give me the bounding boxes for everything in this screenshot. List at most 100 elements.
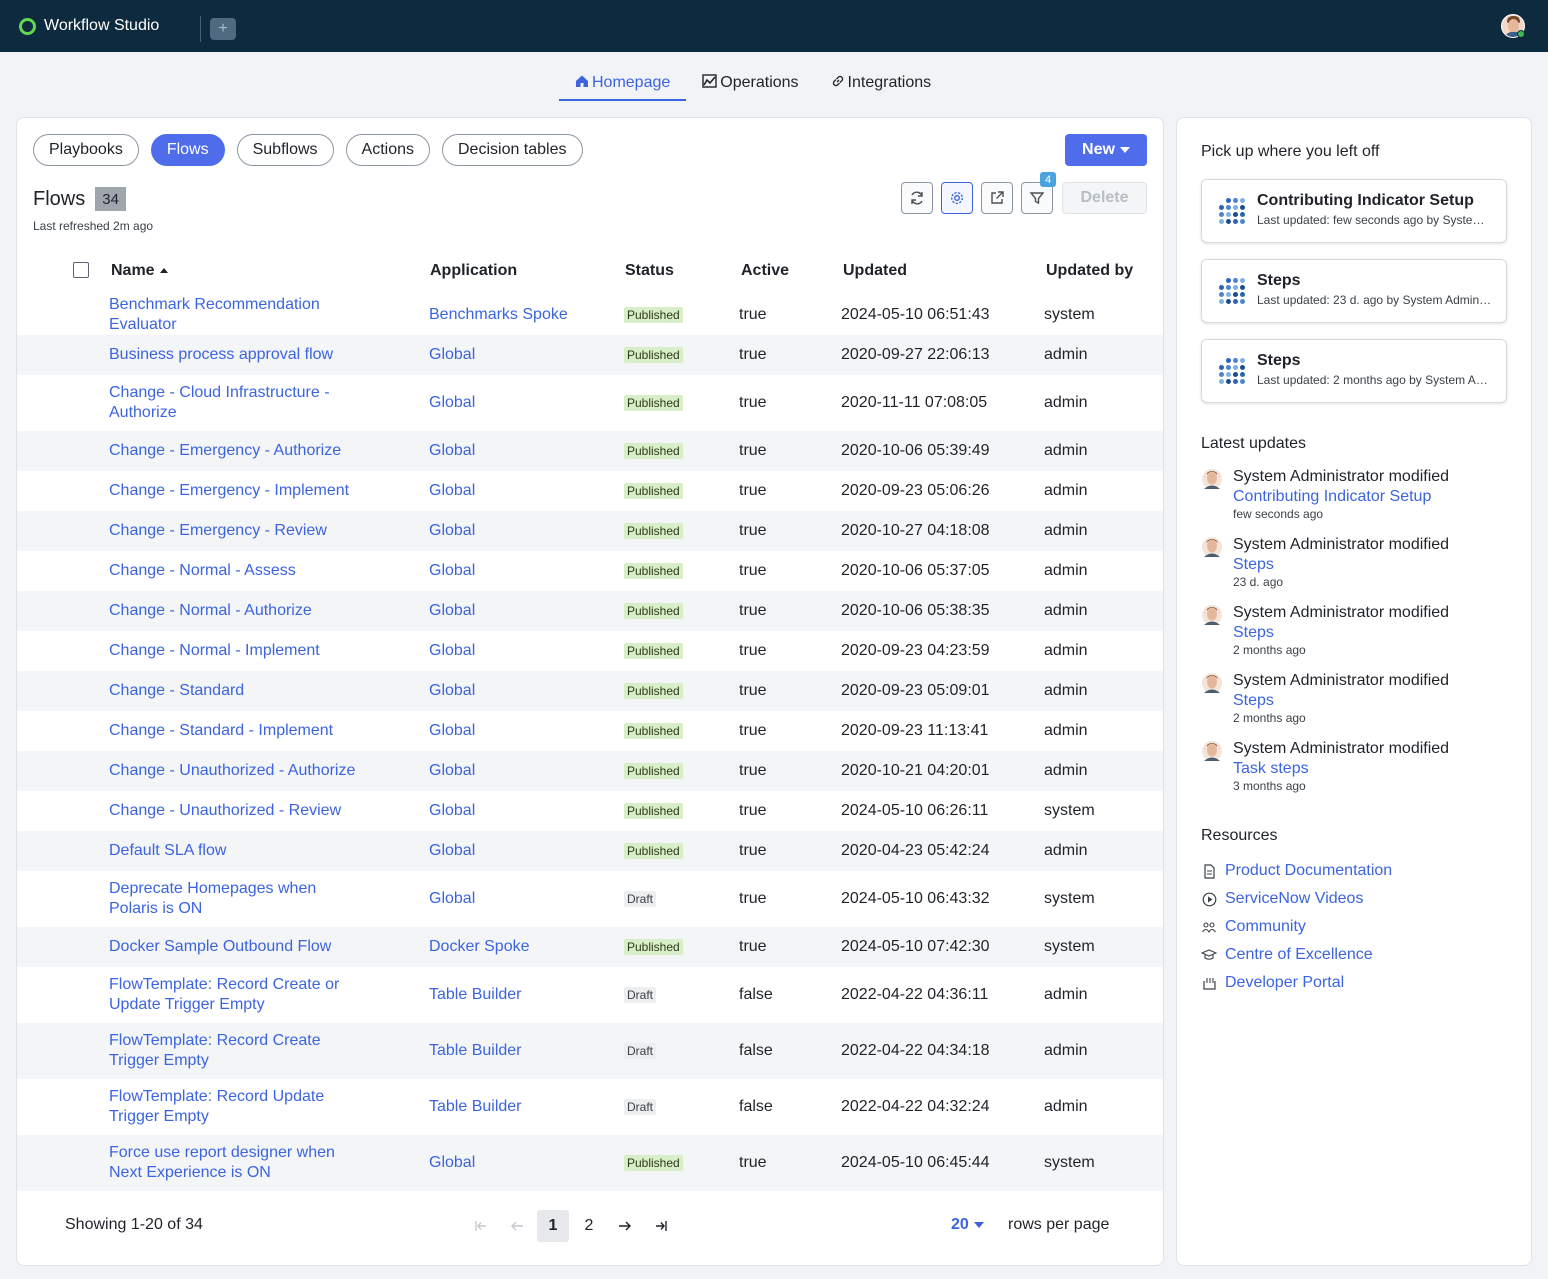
flow-name-link[interactable]: Force use report designer when Next Expe… (109, 1143, 369, 1183)
update-flow-link[interactable]: Task steps (1233, 759, 1449, 779)
first-page-button[interactable] (465, 1210, 497, 1242)
flow-name-link[interactable]: Change - Emergency - Authorize (109, 441, 369, 461)
application-link[interactable]: Global (429, 1154, 475, 1172)
column-status[interactable]: Status (625, 262, 674, 280)
application-link[interactable]: Docker Spoke (429, 938, 530, 956)
table-row[interactable]: Change - Normal - Implement Global Publish… (17, 631, 1163, 671)
application-link[interactable]: Global (429, 602, 475, 620)
application-link[interactable]: Table Builder (429, 986, 522, 1004)
application-link[interactable]: Global (429, 562, 475, 580)
update-flow-link[interactable]: Steps (1233, 691, 1449, 711)
table-row[interactable]: Default SLA flow Global Published true 2020-… (17, 831, 1163, 871)
flow-name-link[interactable]: Change - Standard - Implement (109, 721, 369, 741)
delete-button[interactable]: Delete (1062, 182, 1147, 214)
pill-playbooks[interactable]: Playbooks (33, 134, 139, 166)
flow-name-link[interactable]: FlowTemplate: Record Create Trigger Empt… (109, 1031, 369, 1071)
resource-link[interactable]: Product Documentation (1201, 862, 1392, 880)
application-link[interactable]: Global (429, 642, 475, 660)
update-flow-link[interactable]: Steps (1233, 555, 1449, 575)
table-row[interactable]: FlowTemplate: Record Create or Update Tr… (17, 967, 1163, 1023)
flow-name-link[interactable]: Deprecate Homepages when Polaris is ON (109, 879, 369, 919)
application-link[interactable]: Table Builder (429, 1042, 522, 1060)
flow-name-link[interactable]: Change - Unauthorized - Authorize (109, 761, 369, 781)
table-row[interactable]: Change - Standard Global Published true 2020… (17, 671, 1163, 711)
table-row[interactable]: Change - Unauthorized - Authorize Global P… (17, 751, 1163, 791)
application-link[interactable]: Global (429, 482, 475, 500)
tab-operations[interactable]: Operations (686, 70, 814, 101)
table-row[interactable]: Change - Normal - Authorize Global Publish… (17, 591, 1163, 631)
application-link[interactable]: Global (429, 682, 475, 700)
column-name[interactable]: Name (111, 262, 168, 280)
table-row[interactable]: Change - Emergency - Review Global Publish… (17, 511, 1163, 551)
flow-name-link[interactable]: Change - Normal - Authorize (109, 601, 369, 621)
table-row[interactable]: Change - Emergency - Authorize Global Publ… (17, 431, 1163, 471)
application-link[interactable]: Global (429, 802, 475, 820)
table-row[interactable]: Docker Sample Outbound Flow Docker Spoke P… (17, 927, 1163, 967)
settings-button[interactable] (941, 182, 973, 214)
pill-flows[interactable]: Flows (150, 134, 225, 166)
tab-homepage[interactable]: Homepage (559, 70, 687, 101)
flow-name-link[interactable]: Default SLA flow (109, 841, 369, 861)
flow-name-link[interactable]: Change - Cloud Infrastructure - Authoriz… (109, 383, 369, 423)
column-updated[interactable]: Updated (843, 262, 907, 280)
update-flow-link[interactable]: Steps (1233, 623, 1449, 643)
tab-integrations[interactable]: Integrations (815, 70, 948, 101)
table-row[interactable]: Force use report designer when Next Expe… (17, 1135, 1163, 1191)
recent-flow-card[interactable]: Steps Last updated: 23 d. ago by System A… (1201, 259, 1507, 323)
flow-name-link[interactable]: FlowTemplate: Record Create or Update Tr… (109, 975, 369, 1015)
flow-name-link[interactable]: Change - Emergency - Implement (109, 481, 369, 501)
application-link[interactable]: Table Builder (429, 1098, 522, 1116)
pill-decision-tables[interactable]: Decision tables (442, 134, 583, 166)
last-page-button[interactable] (645, 1210, 677, 1242)
recent-flow-card[interactable]: Contributing Indicator Setup Last updated… (1201, 179, 1507, 243)
application-link[interactable]: Global (429, 722, 475, 740)
flow-name-link[interactable]: Change - Normal - Assess (109, 561, 369, 581)
refresh-button[interactable] (901, 182, 933, 214)
pill-actions[interactable]: Actions (345, 134, 430, 166)
table-row[interactable]: FlowTemplate: Record Create Trigger Empt… (17, 1023, 1163, 1079)
flow-name-link[interactable]: Benchmark Recommendation Evaluator (109, 295, 369, 335)
export-button[interactable] (981, 182, 1013, 214)
table-row[interactable]: Business process approval flow Global Publ… (17, 335, 1163, 375)
column-active[interactable]: Active (741, 262, 789, 280)
recent-flow-card[interactable]: Steps Last updated: 2 months ago by Syste… (1201, 339, 1507, 403)
resource-link[interactable]: Centre of Excellence (1201, 946, 1373, 964)
table-row[interactable]: FlowTemplate: Record Update Trigger Empt… (17, 1079, 1163, 1135)
application-link[interactable]: Global (429, 522, 475, 540)
table-row[interactable]: Change - Cloud Infrastructure - Authoriz… (17, 375, 1163, 431)
rows-per-page-select[interactable]: 20 (951, 1216, 984, 1234)
application-link[interactable]: Global (429, 890, 475, 908)
table-row[interactable]: Change - Unauthorized - Review Global Publ… (17, 791, 1163, 831)
page-1-button[interactable]: 1 (537, 1210, 569, 1242)
table-row[interactable]: Benchmark Recommendation Evaluator Benchm… (17, 295, 1163, 335)
table-row[interactable]: Deprecate Homepages when Polaris is ON Gl… (17, 871, 1163, 927)
flow-name-link[interactable]: Change - Normal - Implement (109, 641, 369, 661)
resource-link[interactable]: Community (1201, 918, 1306, 936)
brand[interactable]: Workflow Studio (19, 17, 159, 35)
next-page-button[interactable] (609, 1210, 641, 1242)
application-link[interactable]: Global (429, 842, 475, 860)
flow-name-link[interactable]: FlowTemplate: Record Update Trigger Empt… (109, 1087, 369, 1127)
application-link[interactable]: Global (429, 762, 475, 780)
application-link[interactable]: Global (429, 394, 475, 412)
flow-name-link[interactable]: Change - Emergency - Review (109, 521, 369, 541)
update-flow-link[interactable]: Contributing Indicator Setup (1233, 487, 1449, 507)
new-button[interactable]: New (1065, 134, 1147, 166)
prev-page-button[interactable] (501, 1210, 533, 1242)
table-row[interactable]: Change - Normal - Assess Global Published t… (17, 551, 1163, 591)
page-2-button[interactable]: 2 (573, 1210, 605, 1242)
application-link[interactable]: Global (429, 346, 475, 364)
flow-name-link[interactable]: Change - Unauthorized - Review (109, 801, 369, 821)
add-tab-button[interactable]: + (210, 18, 236, 40)
pill-subflows[interactable]: Subflows (236, 134, 334, 166)
column-application[interactable]: Application (430, 262, 517, 280)
resource-link[interactable]: Developer Portal (1201, 974, 1344, 992)
flow-name-link[interactable]: Change - Standard (109, 681, 369, 701)
application-link[interactable]: Benchmarks Spoke (429, 306, 568, 324)
table-row[interactable]: Change - Emergency - Implement Global Publ… (17, 471, 1163, 511)
flow-name-link[interactable]: Docker Sample Outbound Flow (109, 937, 369, 957)
resource-link[interactable]: ServiceNow Videos (1201, 890, 1363, 908)
application-link[interactable]: Global (429, 442, 475, 460)
table-row[interactable]: Change - Standard - Implement Global Publi… (17, 711, 1163, 751)
flow-name-link[interactable]: Business process approval flow (109, 345, 369, 365)
